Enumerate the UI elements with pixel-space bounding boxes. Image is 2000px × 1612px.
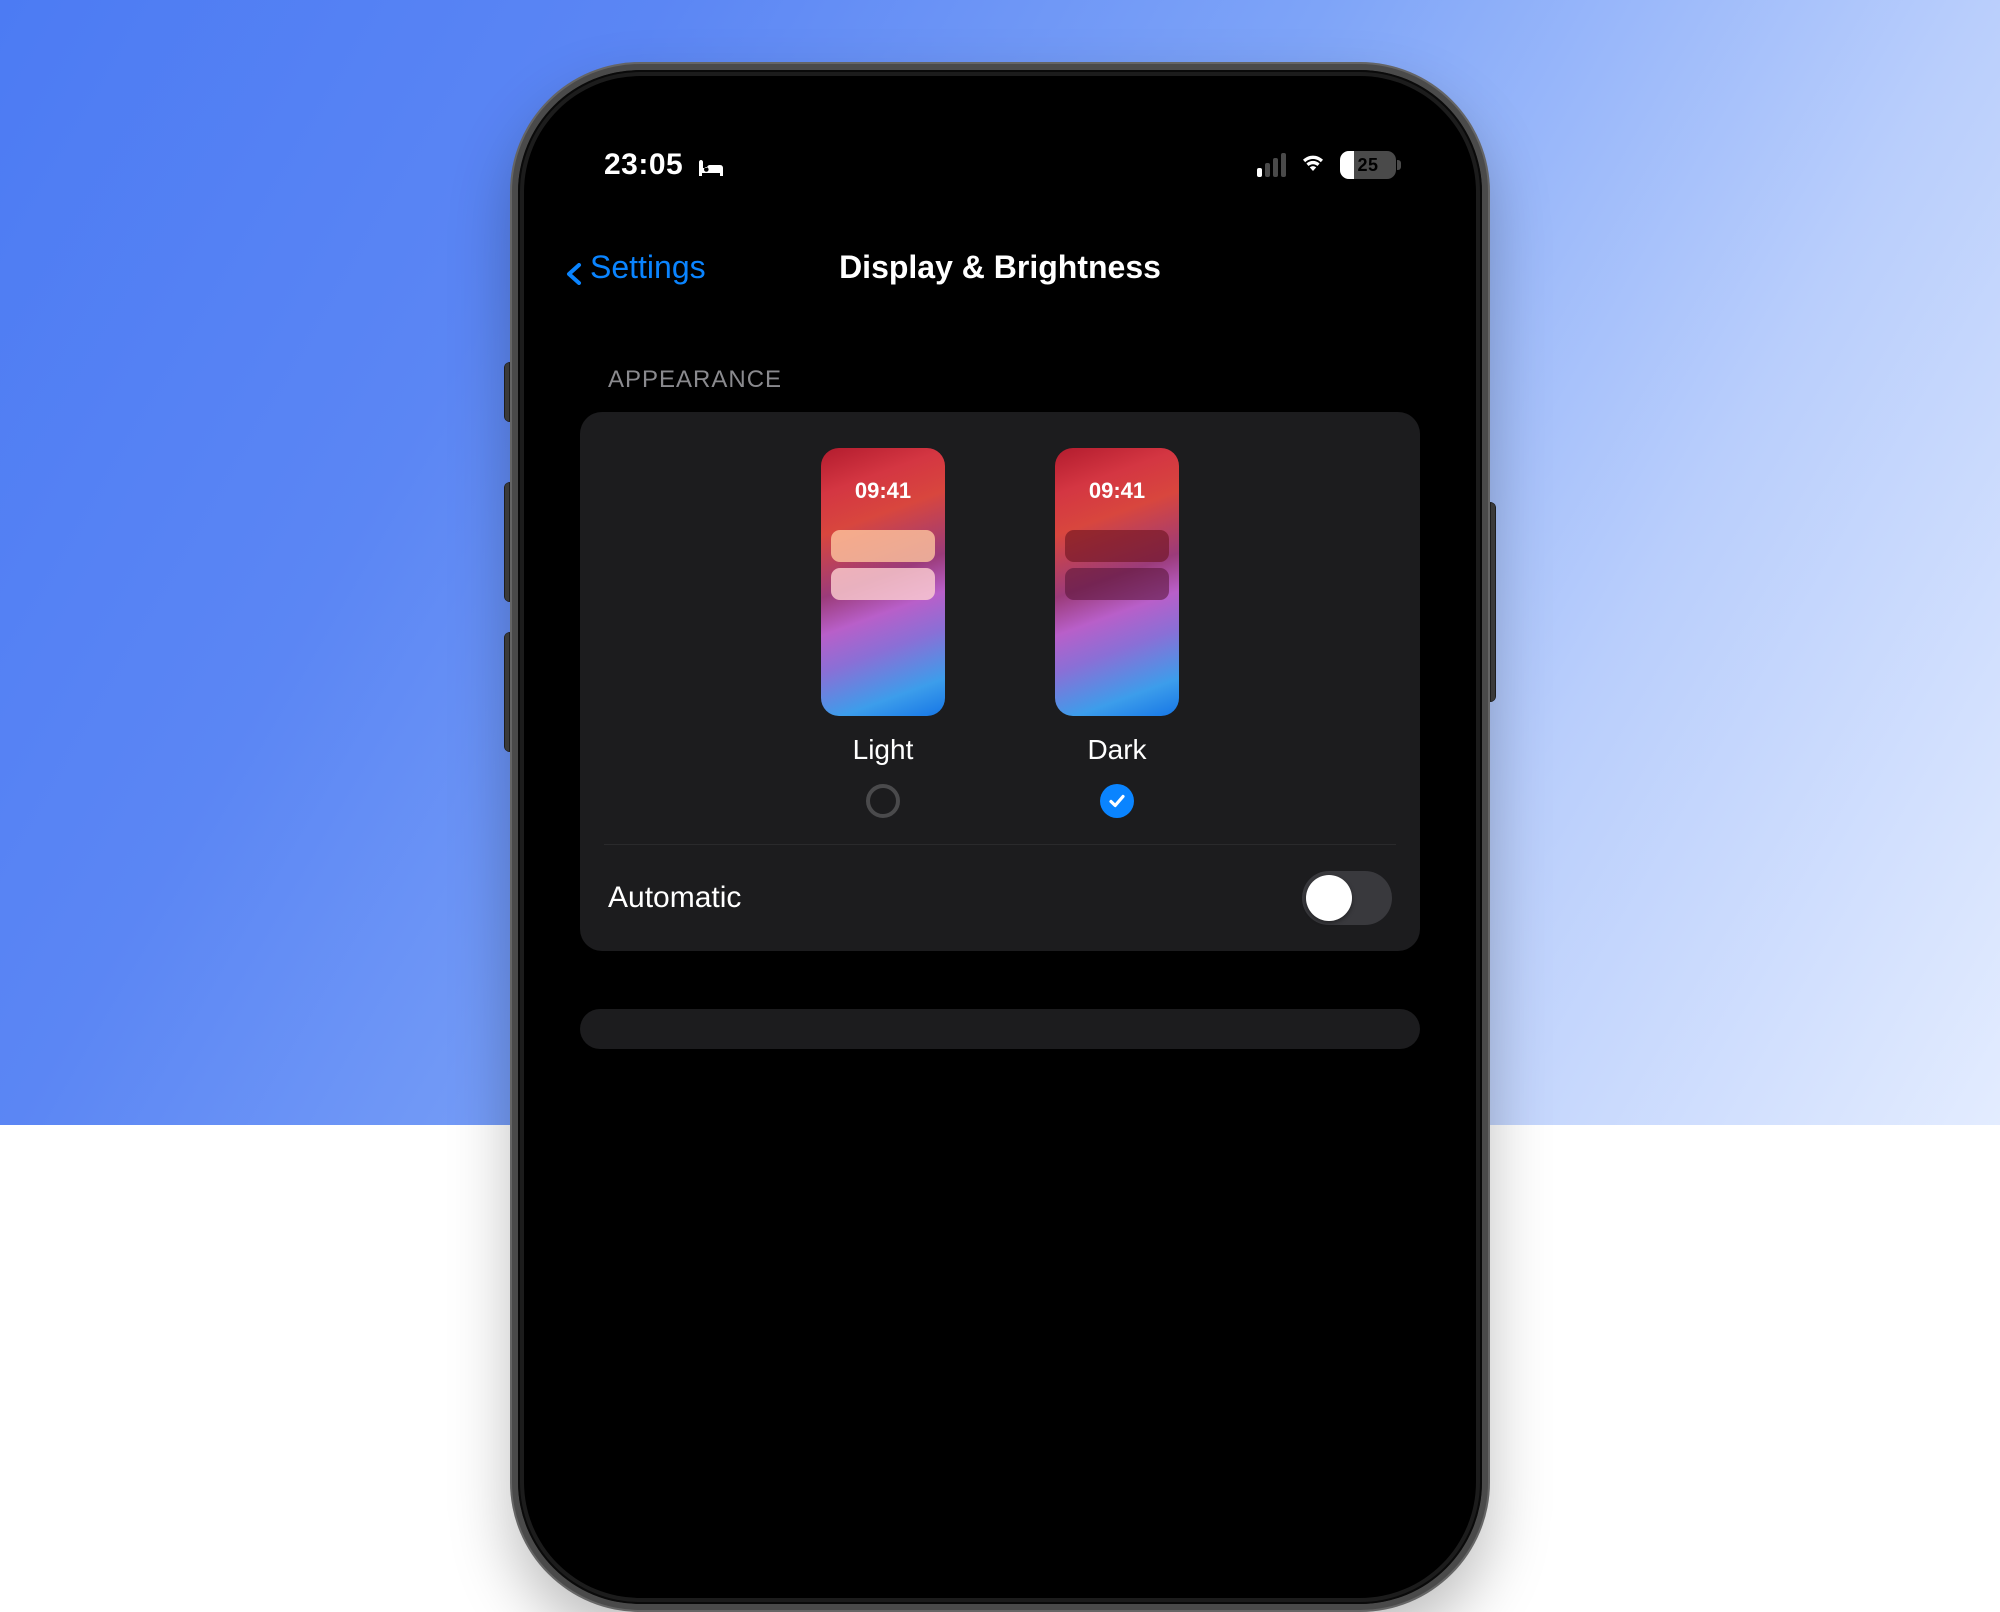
- nav-bar: Settings Display & Brightness: [534, 234, 1466, 300]
- preview-widget-row: [1065, 530, 1169, 562]
- appearance-options-row: 09:41 Light 09:41: [580, 412, 1420, 844]
- radio-checked-icon: [1100, 784, 1134, 818]
- preview-widget-row: [831, 530, 935, 562]
- toggle-knob: [1306, 875, 1352, 921]
- radio-unchecked-icon: [866, 784, 900, 818]
- automatic-row: Automatic: [580, 845, 1420, 951]
- appearance-section-header: APPEARANCE: [580, 336, 1420, 412]
- volume-up-button: [504, 482, 510, 602]
- status-bar: 23:05 25: [534, 140, 1466, 190]
- chevron-left-icon: [564, 256, 586, 278]
- cellular-signal-icon: [1257, 153, 1286, 177]
- appearance-option-dark[interactable]: 09:41 Dark: [1055, 448, 1179, 818]
- status-time: 23:05: [604, 148, 683, 182]
- battery-percent: 25: [1357, 155, 1378, 176]
- wifi-icon: [1298, 148, 1328, 182]
- battery-icon: 25: [1340, 151, 1396, 179]
- preview-time: 09:41: [1055, 478, 1179, 504]
- automatic-label: Automatic: [608, 881, 741, 915]
- page-title: Display & Brightness: [839, 249, 1161, 286]
- automatic-toggle[interactable]: [1302, 871, 1392, 925]
- appearance-label-dark: Dark: [1087, 734, 1146, 766]
- appearance-card: 09:41 Light 09:41: [580, 412, 1420, 951]
- back-label: Settings: [590, 249, 706, 286]
- next-settings-card: [580, 1009, 1420, 1049]
- settings-content: APPEARANCE 09:41 Light: [534, 336, 1466, 1049]
- preview-widget-row: [1065, 568, 1169, 600]
- preview-widget-row: [831, 568, 935, 600]
- appearance-label-light: Light: [853, 734, 914, 766]
- back-button[interactable]: Settings: [534, 249, 706, 286]
- preview-time: 09:41: [821, 478, 945, 504]
- volume-down-button: [504, 632, 510, 752]
- dark-preview-thumbnail: 09:41: [1055, 448, 1179, 716]
- power-button: [1490, 502, 1496, 702]
- sleep-focus-icon: [697, 154, 725, 176]
- device-frame: 23:05 25: [510, 62, 1490, 1612]
- appearance-option-light[interactable]: 09:41 Light: [821, 448, 945, 818]
- light-preview-thumbnail: 09:41: [821, 448, 945, 716]
- mute-switch: [504, 362, 510, 422]
- screen: 23:05 25: [534, 86, 1466, 1588]
